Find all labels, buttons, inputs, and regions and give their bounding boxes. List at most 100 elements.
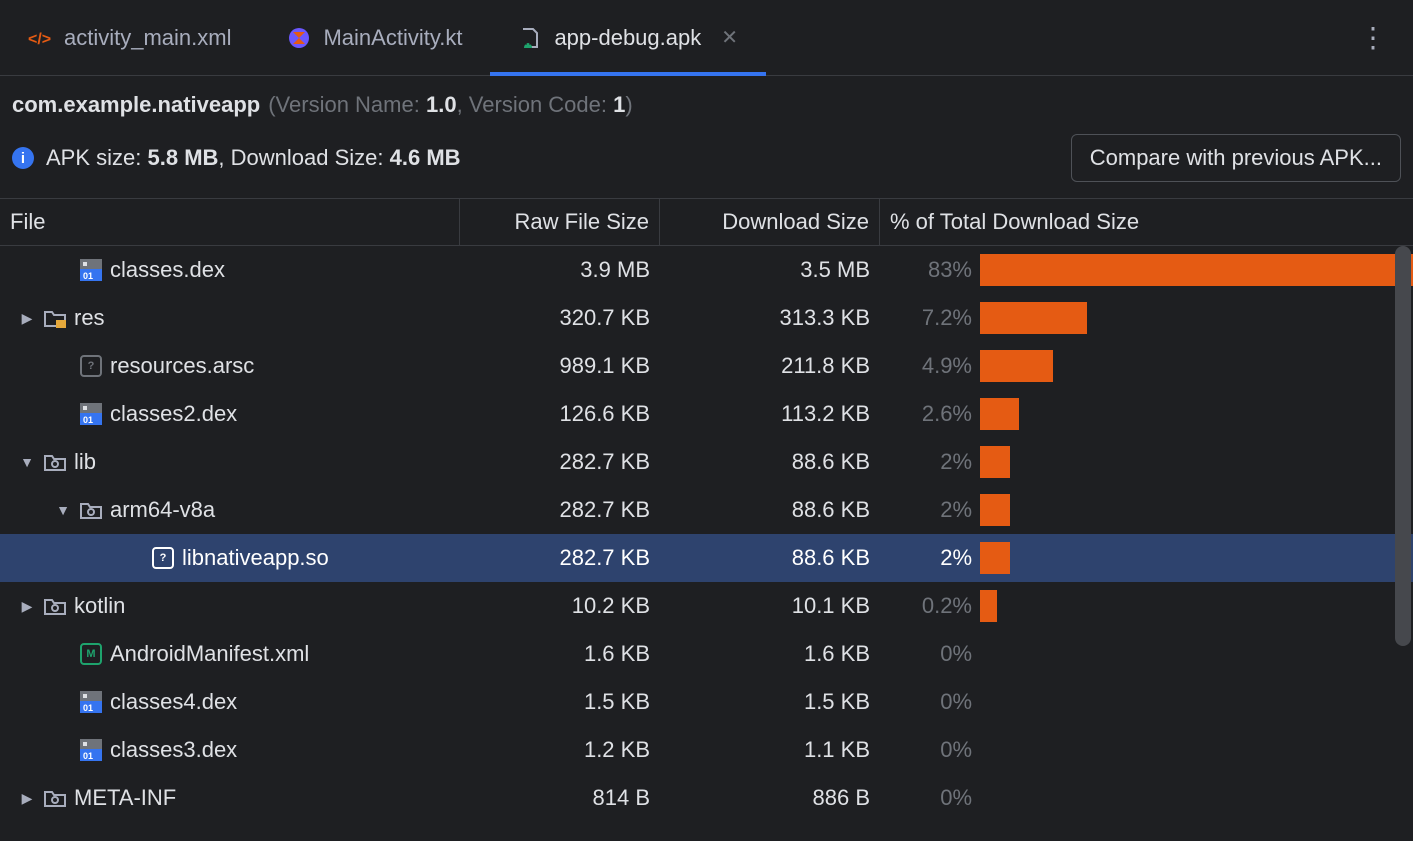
tab-app-debug-apk[interactable]: app-debug.apk✕ (490, 0, 766, 75)
unknown-file-icon: ? (152, 547, 174, 569)
pct-bar-cell (980, 734, 1413, 766)
chevron-down-icon[interactable]: ▼ (18, 454, 36, 470)
raw-size: 3.9 MB (460, 257, 660, 283)
tabs-overflow-icon[interactable]: ⋮ (1335, 21, 1413, 54)
pct-value: 0% (880, 737, 980, 763)
file-cell: 01classes.dex (0, 257, 460, 283)
package-info: com.example.nativeapp (Version Name: 1.0… (0, 76, 1413, 126)
pct-bar (980, 542, 1010, 574)
svg-text:</>: </> (28, 31, 51, 48)
pct-value: 0.2% (880, 593, 980, 619)
pct-bar-cell (980, 254, 1413, 286)
pct-bar (980, 446, 1010, 478)
download-size: 313.3 KB (660, 305, 880, 331)
table-row[interactable]: ▶kotlin10.2 KB10.1 KB0.2% (0, 582, 1413, 630)
file-cell: ?resources.arsc (0, 353, 460, 379)
kotlin-file-icon (287, 26, 311, 50)
folder-icon (80, 499, 102, 521)
pct-bar-cell (980, 686, 1413, 718)
folder-icon (44, 595, 66, 617)
pct-value: 83% (880, 257, 980, 283)
file-cell: ?libnativeapp.so (0, 545, 460, 571)
chevron-right-icon[interactable]: ▶ (18, 598, 36, 615)
chevron-down-icon[interactable]: ▼ (54, 502, 72, 518)
scrollbar-track[interactable] (1395, 246, 1411, 782)
table-row[interactable]: 01classes3.dex1.2 KB1.1 KB0% (0, 726, 1413, 774)
file-cell: ▼ arm64-v8a (0, 497, 460, 523)
apk-file-icon (518, 26, 542, 50)
raw-size: 282.7 KB (460, 545, 660, 571)
pct-bar-cell (980, 398, 1413, 430)
file-cell: ▼ lib (0, 449, 460, 475)
file-cell: 01classes2.dex (0, 401, 460, 427)
scrollbar-thumb[interactable] (1395, 246, 1411, 646)
chevron-right-icon[interactable]: ▶ (18, 790, 36, 807)
xml-file-icon: </> (28, 26, 52, 50)
close-icon[interactable]: ✕ (721, 25, 738, 50)
table-row[interactable]: ▼arm64-v8a282.7 KB88.6 KB2% (0, 486, 1413, 534)
pct-bar (980, 254, 1413, 286)
pct-bar (980, 494, 1010, 526)
pct-bar (980, 590, 997, 622)
table-row[interactable]: MAndroidManifest.xml1.6 KB1.6 KB0% (0, 630, 1413, 678)
table-row[interactable]: 01classes.dex3.9 MB3.5 MB83% (0, 246, 1413, 294)
header-download-size[interactable]: Download Size (660, 199, 880, 245)
file-name: arm64-v8a (110, 497, 215, 523)
pct-bar-cell (980, 782, 1413, 814)
tab-mainactivity-kt[interactable]: MainActivity.kt (259, 0, 490, 75)
download-size: 88.6 KB (660, 449, 880, 475)
dex-file-icon: 01 (80, 259, 102, 281)
raw-size: 1.5 KB (460, 689, 660, 715)
file-name: AndroidManifest.xml (110, 641, 309, 667)
table-row[interactable]: ▼lib282.7 KB88.6 KB2% (0, 438, 1413, 486)
compare-apk-button[interactable]: Compare with previous APK... (1071, 134, 1401, 182)
pct-bar-cell (980, 350, 1413, 382)
table-row[interactable]: ▶res320.7 KB313.3 KB7.2% (0, 294, 1413, 342)
pct-bar-cell (980, 590, 1413, 622)
raw-size: 989.1 KB (460, 353, 660, 379)
pct-value: 2% (880, 545, 980, 571)
header-file[interactable]: File (0, 199, 460, 245)
raw-size: 126.6 KB (460, 401, 660, 427)
file-name: res (74, 305, 105, 331)
unknown-file-icon: ? (80, 355, 102, 377)
size-info-row: i APK size: 5.8 MB, Download Size: 4.6 M… (0, 126, 1413, 198)
folder-icon (44, 451, 66, 473)
pct-value: 2.6% (880, 401, 980, 427)
pct-value: 0% (880, 689, 980, 715)
pct-value: 0% (880, 641, 980, 667)
download-size: 3.5 MB (660, 257, 880, 283)
table-row[interactable]: ?resources.arsc989.1 KB211.8 KB4.9% (0, 342, 1413, 390)
download-size: 886 B (660, 785, 880, 811)
pct-value: 2% (880, 497, 980, 523)
file-name: kotlin (74, 593, 125, 619)
pct-bar-cell (980, 446, 1413, 478)
file-cell: 01 classes3.dex (0, 737, 460, 763)
svg-text:01: 01 (83, 751, 93, 761)
header-pct-download[interactable]: % of Total Download Size (880, 209, 1413, 235)
dex-file-icon: 01 (80, 739, 102, 761)
table-row[interactable]: ?libnativeapp.so282.7 KB88.6 KB2% (0, 534, 1413, 582)
manifest-file-icon: M (80, 643, 102, 665)
file-name: classes4.dex (110, 689, 237, 715)
table-row[interactable]: 01classes4.dex1.5 KB1.5 KB0% (0, 678, 1413, 726)
file-cell: ▶ kotlin (0, 593, 460, 619)
file-name: lib (74, 449, 96, 475)
download-size: 1.6 KB (660, 641, 880, 667)
chevron-right-icon[interactable]: ▶ (18, 310, 36, 327)
tab-label: activity_main.xml (64, 25, 231, 51)
pct-bar-cell (980, 638, 1413, 670)
download-size: 113.2 KB (660, 401, 880, 427)
table-row[interactable]: ▶META-INF814 B886 B0% (0, 774, 1413, 822)
file-table: File Raw File Size Download Size % of To… (0, 198, 1413, 822)
raw-size: 1.2 KB (460, 737, 660, 763)
tab-activity-main-xml[interactable]: </> activity_main.xml (0, 0, 259, 75)
raw-size: 282.7 KB (460, 497, 660, 523)
editor-tabs: </> activity_main.xml MainActivity.ktapp-d… (0, 0, 1413, 76)
table-row[interactable]: 01classes2.dex126.6 KB113.2 KB2.6% (0, 390, 1413, 438)
dex-file-icon: 01 (80, 403, 102, 425)
file-name: classes3.dex (110, 737, 237, 763)
file-cell: 01classes4.dex (0, 689, 460, 715)
svg-text:01: 01 (83, 415, 93, 425)
header-raw-size[interactable]: Raw File Size (460, 199, 660, 245)
